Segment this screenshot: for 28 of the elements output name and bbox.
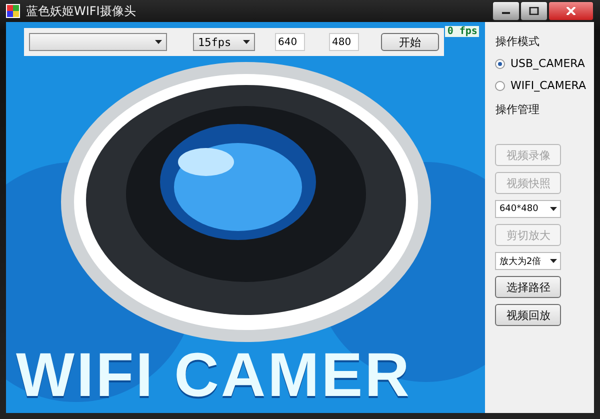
- option-dropdown[interactable]: 放大为2倍: [495, 252, 562, 270]
- group-title: 操作管理: [495, 102, 540, 117]
- fps-dropdown[interactable]: 15fps: [193, 33, 255, 51]
- caret-icon: [243, 40, 250, 44]
- radio-label[interactable]: WIFI_CAMERA: [510, 79, 586, 92]
- action-button[interactable]: 选择路径: [495, 276, 562, 298]
- caret-icon: [550, 207, 558, 211]
- minimize-button[interactable]: [492, 1, 520, 21]
- fps-readout: 0 fps: [445, 26, 480, 37]
- start-button[interactable]: 开始: [381, 33, 439, 51]
- close-icon: [566, 7, 576, 15]
- caret-icon: [155, 40, 162, 44]
- radio-button[interactable]: [495, 80, 506, 90]
- width-field[interactable]: 640: [275, 33, 305, 51]
- window-title: 蓝色妖姬WIFI摄像头: [26, 2, 137, 20]
- action-button[interactable]: 视频回放: [495, 304, 562, 326]
- option-dropdown[interactable]: 640*480: [495, 200, 562, 218]
- group-title: 操作模式: [495, 34, 540, 49]
- maximize-button[interactable]: [520, 1, 548, 21]
- app-icon: [6, 4, 20, 18]
- radio-label[interactable]: USB_CAMERA: [510, 57, 585, 70]
- radio-button[interactable]: [495, 58, 506, 68]
- height-field[interactable]: 480: [329, 33, 359, 51]
- banner-text: WIFI CAMER: [16, 340, 412, 411]
- caret-icon: [550, 259, 558, 263]
- device-dropdown[interactable]: [29, 33, 167, 51]
- maximize-icon: [529, 7, 539, 15]
- close-button[interactable]: [548, 1, 594, 21]
